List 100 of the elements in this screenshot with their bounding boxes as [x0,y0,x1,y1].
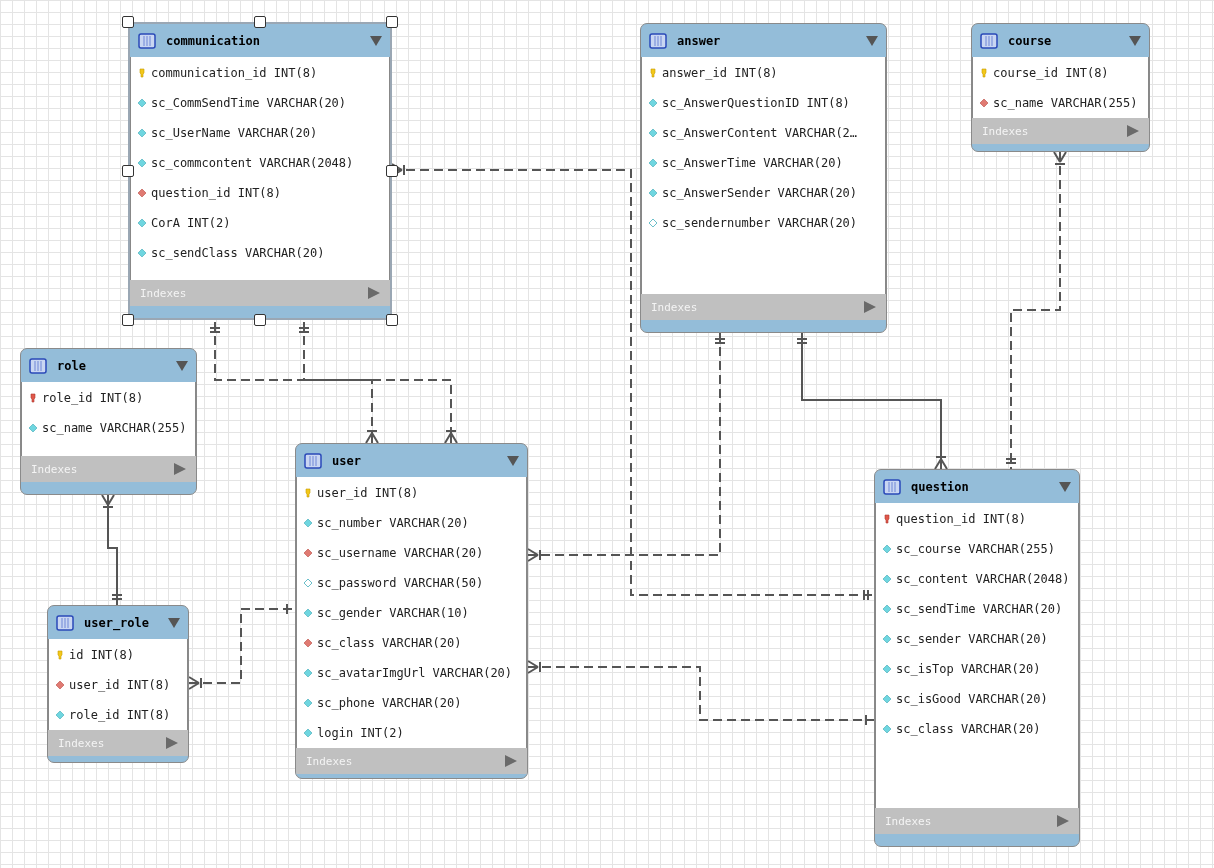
column-name: CorA INT(2) [151,216,231,230]
column-name: sc_UserName VARCHAR(20) [151,126,318,140]
column-name: sc_content VARCHAR(2048) [896,572,1070,586]
column-name: sc_sendClass VARCHAR(20) [151,246,325,260]
table-icon [980,32,998,49]
column-name: communication_id INT(8) [151,66,318,80]
table-icon [883,478,901,495]
resize-handle[interactable] [122,314,134,326]
column-name: sc_sendTime VARCHAR(20) [896,602,1063,616]
column-name: user_id INT(8) [69,678,171,692]
diamond-icon [137,188,147,198]
diamond-icon [882,574,892,584]
column-name: sc_AnswerSender VARCHAR(20) [662,186,858,200]
diamond-icon [28,423,38,433]
resize-handle[interactable] [386,16,398,28]
diamond-icon [303,668,313,678]
expand-arrow-icon [864,301,876,313]
column-name: sc_CommSendTime VARCHAR(20) [151,96,347,110]
column-name: sc_phone VARCHAR(20) [317,696,462,710]
diamond-icon [137,128,147,138]
table-name: answer [677,33,722,48]
column-name: answer_id INT(8) [662,66,778,80]
diamond-icon [303,698,313,708]
table-icon [138,32,156,49]
table-card[interactable] [295,443,528,779]
column-name: sc_AnswerQuestionID INT(8) [662,96,850,110]
column-name: course_id INT(8) [993,66,1109,80]
diamond-icon [648,188,658,198]
column-name: sc_AnswerContent VARCHAR(2… [662,126,858,140]
column-name: sc_name VARCHAR(255) [993,96,1138,110]
diamond-icon [303,638,313,648]
diamond-icon [882,724,892,734]
column-name: sc_class VARCHAR(20) [896,722,1041,736]
key-icon [979,68,989,78]
diamond-icon [137,98,147,108]
table-icon [649,32,667,49]
expand-arrow-icon [505,755,517,767]
diamond-icon [882,544,892,554]
dropdown-arrow-icon [370,35,382,46]
key-icon [55,650,65,660]
resize-handle[interactable] [254,16,266,28]
hollow-diamond-icon [648,218,658,228]
column-name: sc_avatarImgUrl VARCHAR(20) [317,666,513,680]
column-name: sc_isGood VARCHAR(20) [896,692,1048,706]
hollow-diamond-icon [303,578,313,588]
column-name: sc_gender VARCHAR(10) [317,606,469,620]
column-name: sc_commcontent VARCHAR(2048) [151,156,354,170]
diamond-icon [648,158,658,168]
expand-arrow-icon [1057,815,1069,827]
column-name: id INT(8) [69,648,135,662]
table-header[interactable]: user_role [48,606,188,639]
key-icon [648,68,658,78]
table-header[interactable]: answer [641,24,886,57]
resize-handle[interactable] [122,16,134,28]
dropdown-arrow-icon [1059,481,1071,492]
column-name: sc_sender VARCHAR(20) [896,632,1048,646]
table-header[interactable]: user [296,444,527,477]
diamond-icon [137,248,147,258]
table-name: user_role [84,615,151,630]
table-header[interactable]: course [972,24,1149,57]
diamond-icon [648,98,658,108]
table-name: role [57,358,87,373]
dropdown-arrow-icon [507,455,519,466]
expand-arrow-icon [166,737,178,749]
resize-handle[interactable] [386,165,398,177]
table-name: question [911,479,970,494]
diamond-icon [882,664,892,674]
column-name: user_id INT(8) [317,486,419,500]
resize-handle[interactable] [122,165,134,177]
table-header[interactable]: role [21,349,196,382]
column-name: sc_username VARCHAR(20) [317,546,484,560]
diamond-icon [303,608,313,618]
dropdown-arrow-icon [168,617,180,628]
dropdown-arrow-icon [866,35,878,46]
column-name: sc_sendernumber VARCHAR(20) [662,216,858,230]
dropdown-arrow-icon [1129,35,1141,46]
table-header[interactable]: communication [130,24,390,57]
column-name: sc_password VARCHAR(50) [317,576,484,590]
key-icon [28,393,38,403]
column-name: question_id INT(8) [151,186,282,200]
resize-handle[interactable] [386,314,398,326]
table-name: user [332,453,362,468]
column-name: login INT(2) [317,726,404,740]
table-icon [304,452,322,469]
table-name: course [1008,33,1053,48]
table-icon [56,614,74,631]
key-icon [882,514,892,524]
table-name: communication [166,33,261,48]
resize-handle[interactable] [254,314,266,326]
diamond-icon [303,728,313,738]
table-header[interactable]: question [875,470,1079,503]
column-name: sc_course VARCHAR(255) [896,542,1055,556]
diamond-icon [882,604,892,614]
key-icon [137,68,147,78]
expand-arrow-icon [368,287,380,299]
key-icon [303,488,313,498]
column-name: sc_isTop VARCHAR(20) [896,662,1041,676]
diamond-icon [882,634,892,644]
expand-arrow-icon [1127,125,1139,137]
column-name: sc_class VARCHAR(20) [317,636,462,650]
